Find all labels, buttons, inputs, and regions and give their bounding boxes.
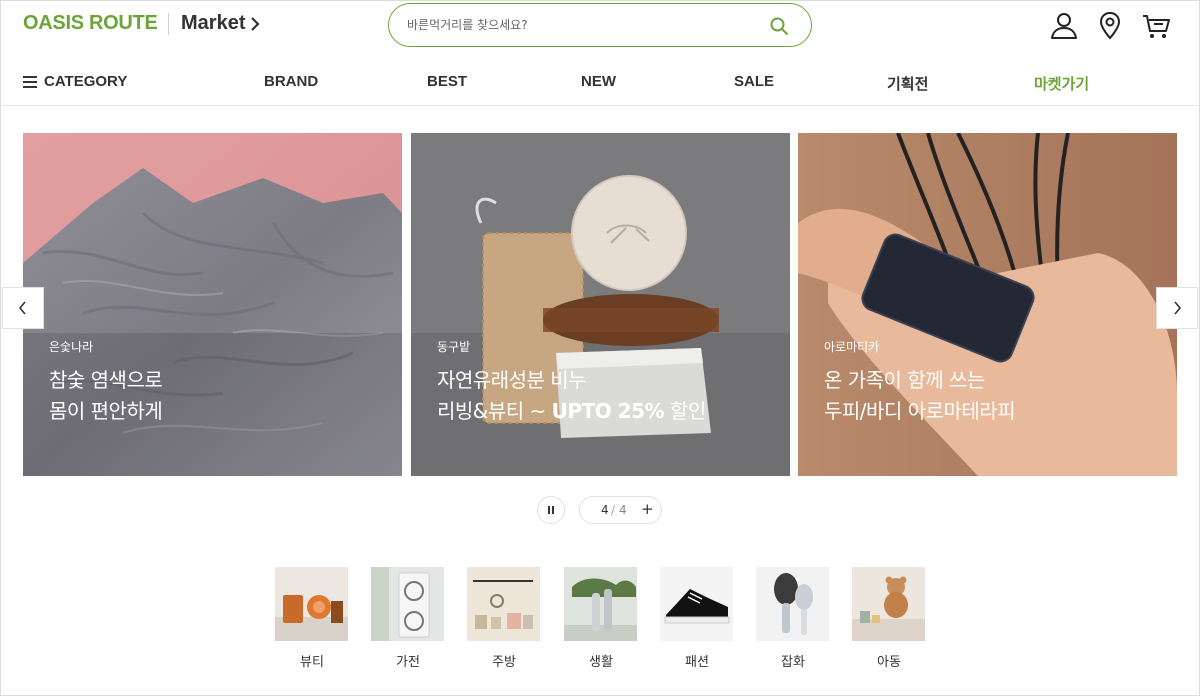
pager-current: 4 (601, 503, 609, 517)
user-icon[interactable] (1049, 11, 1079, 41)
category-living-label: 생활 (589, 655, 613, 670)
nav-go-market[interactable]: 마켓가기 (1034, 73, 1089, 94)
nav-new[interactable]: NEW (581, 73, 616, 90)
pause-icon (548, 506, 554, 514)
location-pin-icon[interactable] (1095, 11, 1125, 41)
category-menu[interactable]: CATEGORY (23, 73, 127, 90)
category-living[interactable]: 생활 (564, 567, 638, 670)
category-goods-label: 잡화 (781, 655, 805, 670)
slide-1-image (23, 133, 402, 476)
category-fashion-label: 패션 (685, 655, 709, 670)
category-beauty-image (275, 567, 348, 641)
slide-1-headline-2: 몸이 편안하게 (49, 399, 163, 423)
category-beauty-label: 뷰티 (300, 655, 324, 670)
slide-1-brand: 은숯나라 (49, 340, 94, 354)
category-fashion-image (660, 567, 733, 641)
slide-1-headline-1: 참숯 염색으로 (49, 368, 163, 392)
category-kids-image (852, 567, 925, 641)
market-link[interactable]: Market (181, 12, 261, 35)
chevron-left-icon (18, 301, 26, 315)
search-icon[interactable] (769, 16, 789, 36)
pager-total: 4 (619, 503, 627, 517)
site-logo[interactable]: OASIS ROUTE (23, 12, 158, 35)
nav-exhibition[interactable]: 기획전 (887, 73, 928, 94)
category-kitchen-label: 주방 (492, 655, 516, 670)
pager-separator: / (611, 503, 616, 517)
slide-3-image (798, 133, 1177, 476)
category-kids[interactable]: 아동 (852, 567, 926, 670)
plus-icon[interactable]: + (641, 500, 654, 518)
cart-icon[interactable] (1141, 11, 1171, 41)
slider-prev-button[interactable] (2, 287, 44, 329)
search-bar[interactable] (388, 3, 812, 47)
category-beauty[interactable]: 뷰티 (275, 567, 349, 670)
nav-brand[interactable]: BRAND (264, 73, 318, 90)
chevron-right-icon (251, 16, 261, 31)
banner-slide-2[interactable]: 동구밭 자연유래성분 비누 리빙&뷰티 ~ UPTO 25% 할인 (411, 133, 790, 476)
category-label: CATEGORY (44, 73, 128, 90)
category-appliance-label: 가전 (396, 655, 420, 670)
search-input[interactable] (407, 14, 757, 36)
slide-3-headline-1: 온 가족이 함께 쓰는 (824, 368, 985, 392)
market-label: Market (181, 12, 246, 34)
main-nav: CATEGORY BRAND BEST NEW SALE 기획전 마켓가기 (0, 60, 1200, 106)
category-goods-image (756, 567, 829, 641)
slide-2-discount: UPTO 25% (551, 399, 665, 423)
category-fashion[interactable]: 패션 (660, 567, 734, 670)
banner-slide-3[interactable]: 아로마티카 온 가족이 함께 쓰는 두피/바디 아로마테라피 (798, 133, 1177, 476)
slide-2-headline-2: 리빙&뷰티 ~ UPTO 25% 할인 (437, 395, 706, 424)
category-kitchen[interactable]: 주방 (467, 567, 541, 670)
logo-divider (168, 13, 169, 35)
chevron-right-icon (1174, 301, 1182, 315)
nav-best[interactable]: BEST (427, 73, 467, 90)
slide-2-brand: 동구밭 (437, 340, 471, 354)
slider-pager: 4 / 4 + (579, 496, 662, 524)
slide-2-headline-1: 자연유래성분 비누 (437, 368, 587, 392)
category-goods[interactable]: 잡화 (756, 567, 830, 670)
category-kitchen-image (467, 567, 540, 641)
category-living-image (564, 567, 637, 641)
slide-3-brand: 아로마티카 (824, 340, 880, 354)
slide-2-headline-2-prefix: 리빙&뷰티 ~ (437, 399, 552, 423)
slider-pause-button[interactable] (537, 496, 565, 524)
slide-2-image (411, 133, 790, 476)
banner-slide-1[interactable]: 은숯나라 참숯 염색으로 몸이 편안하게 (23, 133, 402, 476)
category-kids-label: 아동 (877, 655, 901, 670)
category-appliance-image (371, 567, 444, 641)
nav-sale[interactable]: SALE (734, 73, 774, 90)
slide-2-headline-2-suffix: 할인 (664, 399, 706, 423)
slide-3-headline-2: 두피/바디 아로마테라피 (824, 399, 1016, 423)
category-appliance[interactable]: 가전 (371, 567, 445, 670)
slider-next-button[interactable] (1156, 287, 1198, 329)
menu-icon (23, 75, 37, 88)
